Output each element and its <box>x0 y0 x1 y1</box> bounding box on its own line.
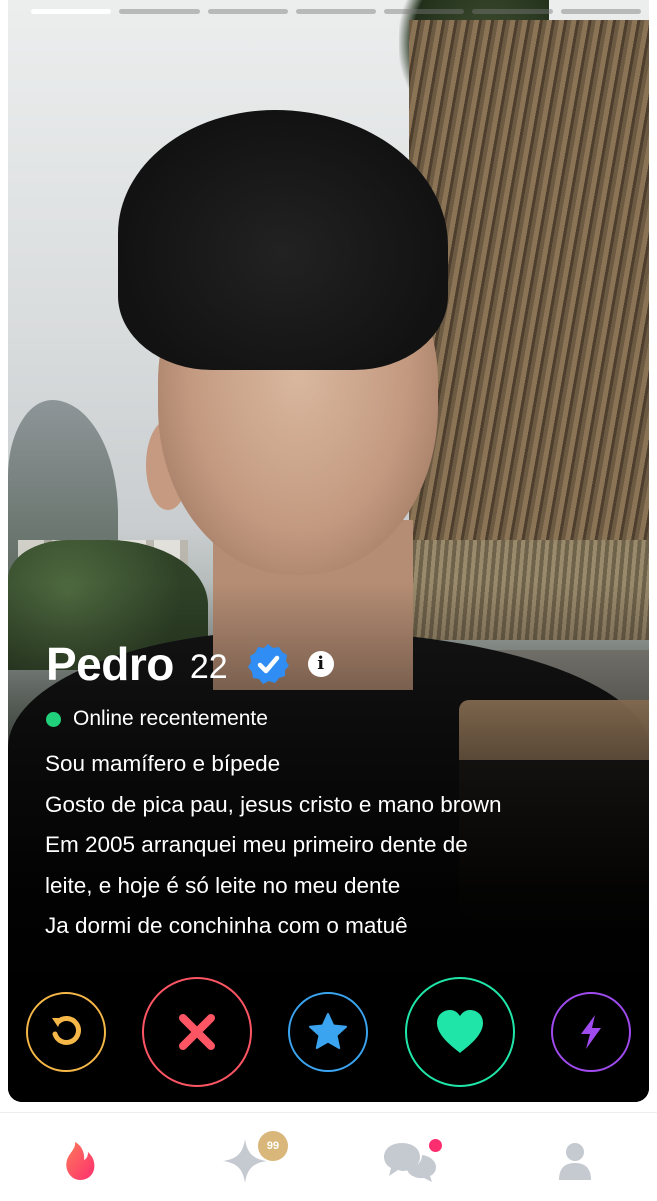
nav-item-profile[interactable] <box>545 1135 605 1187</box>
rewind-button[interactable] <box>26 992 106 1072</box>
profile-name: Pedro <box>46 638 174 690</box>
photo-progress-segment[interactable] <box>472 9 553 14</box>
flame-icon <box>66 1142 95 1180</box>
nope-button[interactable] <box>142 977 252 1087</box>
star-icon <box>309 1013 347 1049</box>
bio-line: Em 2005 arranquei meu primeiro dente de <box>45 832 468 857</box>
profile-header: Pedro 22 i <box>46 637 334 691</box>
online-dot-icon <box>46 711 61 727</box>
lightning-icon <box>581 1015 601 1049</box>
verified-badge-icon <box>247 644 289 684</box>
heart-icon <box>437 1010 483 1053</box>
new-message-dot <box>429 1139 442 1152</box>
bio-line: Sou mamífero e bípede <box>45 751 281 776</box>
rewind-icon <box>52 1016 81 1045</box>
photo-progress-segment[interactable] <box>207 9 288 14</box>
online-status-text: Online recentemente <box>73 707 268 730</box>
x-icon <box>179 1014 215 1050</box>
nav-item-swipe[interactable] <box>50 1135 110 1187</box>
profile-icon <box>559 1143 591 1180</box>
boost-button[interactable] <box>551 992 631 1072</box>
profile-age: 22 <box>189 647 228 686</box>
info-icon[interactable]: i <box>307 651 334 677</box>
photo-progress-segment[interactable] <box>31 9 112 14</box>
explore-count-badge: 99 <box>258 1131 288 1161</box>
photo-progress-segment[interactable] <box>119 9 200 14</box>
like-button[interactable] <box>405 977 515 1087</box>
profile-bio: Sou mamífero e bípede Gosto de pica pau,… <box>45 744 635 947</box>
photo-progress-bars <box>31 9 641 15</box>
bio-line: Ja dormi de conchinha com o matuê <box>45 913 408 938</box>
online-status: Online recentemente <box>46 707 268 731</box>
super-like-button[interactable] <box>288 992 368 1072</box>
photo-progress-segment[interactable] <box>384 9 465 14</box>
profile-card[interactable]: Pedro 22 i Online recentemente Sou mamíf… <box>8 0 649 1102</box>
photo-progress-segment[interactable] <box>560 9 641 14</box>
bio-line: Gosto de pica pau, jesus cristo e mano b… <box>45 791 502 817</box>
bio-line: leite, e hoje é só leite no meu dente <box>45 872 401 898</box>
photo-progress-segment[interactable] <box>295 9 377 14</box>
bottom-nav: 99 <box>0 1112 657 1201</box>
